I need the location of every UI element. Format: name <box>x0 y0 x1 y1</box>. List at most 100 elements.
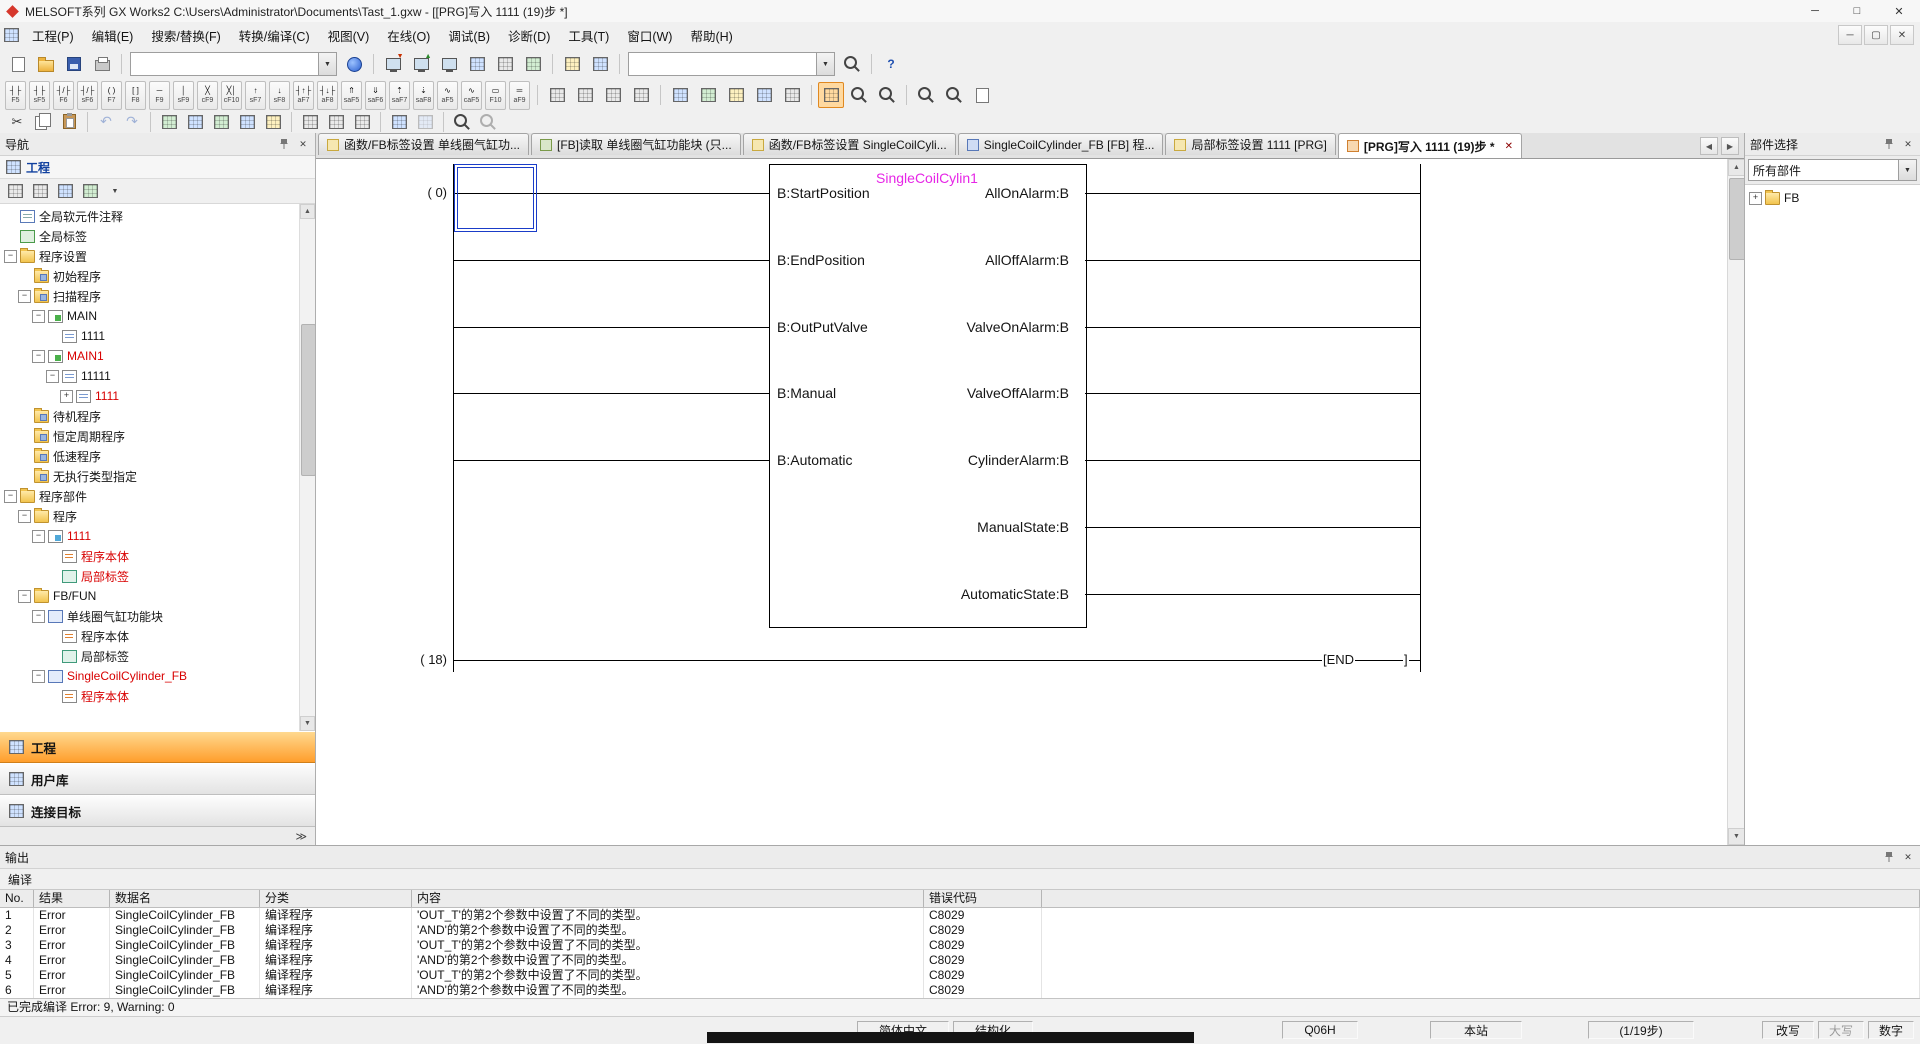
pin-icon[interactable] <box>1882 850 1896 864</box>
tree-item[interactable]: 恒定周期程序 <box>0 426 315 446</box>
tree-item[interactable]: 程序本体 <box>0 686 315 706</box>
tree-item[interactable]: 低速程序 <box>0 446 315 466</box>
monitor-stop-button[interactable] <box>492 51 518 77</box>
ladder-symbol-sF9-button[interactable]: │sF9 <box>173 81 194 110</box>
tree-item[interactable]: −11111 <box>0 366 315 386</box>
ladder-symbol-saF5-button[interactable]: ⇑saF5 <box>341 81 362 110</box>
ladder-symbol-F7-button[interactable]: ( )F7 <box>101 81 122 110</box>
tree-item[interactable]: +1111 <box>0 386 315 406</box>
tree-item[interactable]: −1111 <box>0 526 315 546</box>
tree-item[interactable]: 全局标签 <box>0 226 315 246</box>
ladder-symbol-sF5-button[interactable]: ┤├sF5 <box>29 81 50 110</box>
plc-verify-button[interactable] <box>436 51 462 77</box>
ladder-symbol-F9-button[interactable]: ─F9 <box>149 81 170 110</box>
mdi-minimize-button[interactable]: ─ <box>1838 25 1862 45</box>
tree-item[interactable]: −程序 <box>0 506 315 526</box>
column-header[interactable]: 结果 <box>34 890 110 907</box>
ladder-symbol-saF7-button[interactable]: ⇡saF7 <box>389 81 410 110</box>
collapse-icon[interactable]: − <box>46 370 59 383</box>
tab-document[interactable]: 局部标签设置 1111 [PRG] <box>1165 133 1335 155</box>
close-button[interactable]: ✕ <box>1878 0 1920 22</box>
ladder-symbol-F8-button[interactable]: [ ]F8 <box>125 81 146 110</box>
maximize-button[interactable]: □ <box>1836 0 1878 22</box>
collapse-icon[interactable]: − <box>18 590 31 603</box>
collapse-icon[interactable]: − <box>18 290 31 303</box>
tree-item[interactable]: 待机程序 <box>0 406 315 426</box>
copy-button[interactable] <box>31 111 55 132</box>
tree-item[interactable]: −单线圈气缸功能块 <box>0 606 315 626</box>
tree-menu-button[interactable]: ▼ <box>104 180 126 202</box>
collapse-icon[interactable]: − <box>32 670 45 683</box>
ladder-symbol-F10-button[interactable]: ▭F10 <box>485 81 506 110</box>
tree-item[interactable]: 程序本体 <box>0 626 315 646</box>
close-icon[interactable]: ✕ <box>1901 850 1915 864</box>
note-button[interactable] <box>723 82 749 108</box>
component-filter-combo[interactable]: 所有部件 ▼ <box>1748 159 1917 181</box>
convert-all-button[interactable] <box>413 111 437 132</box>
help-button[interactable] <box>878 51 904 77</box>
tree-item[interactable]: 全局软元件注释 <box>0 206 315 226</box>
rung-insert-button[interactable] <box>628 82 654 108</box>
pin-icon[interactable] <box>1882 137 1896 151</box>
collapse-icon[interactable]: − <box>32 310 45 323</box>
device-monitor-combo[interactable]: ▼ <box>628 52 835 76</box>
device-find-button[interactable] <box>846 82 872 108</box>
save-project-button[interactable] <box>61 51 87 77</box>
mdi-close-button[interactable]: ✕ <box>1890 25 1914 45</box>
tree-item[interactable]: 无执行类型指定 <box>0 466 315 486</box>
close-icon[interactable]: ✕ <box>1901 137 1915 151</box>
tab-scroll-left-icon[interactable]: ◀ <box>1700 137 1718 155</box>
monitor-write-mode-button[interactable] <box>261 111 285 132</box>
rebuild-all-button[interactable] <box>587 51 613 77</box>
cut-button[interactable] <box>5 111 29 132</box>
tab-scroll-right-icon[interactable]: ▶ <box>1721 137 1739 155</box>
expand-icon[interactable]: + <box>60 390 73 403</box>
ladder-symbol-sF6-button[interactable]: ┤/├sF6 <box>77 81 98 110</box>
tree-item[interactable]: −程序部件 <box>0 486 315 506</box>
tree-item[interactable]: −扫描程序 <box>0 286 315 306</box>
tree-item[interactable]: −程序设置 <box>0 246 315 266</box>
menu-item[interactable]: 调试(B) <box>439 22 499 49</box>
print-button[interactable] <box>89 51 115 77</box>
table-row[interactable]: 4ErrorSingleCoilCylinder_FB编译程序'AND'的第2个… <box>0 953 1920 968</box>
combo-dropdown-arrow[interactable]: ▼ <box>318 53 336 75</box>
delete-line-button[interactable] <box>600 82 626 108</box>
expand-icon[interactable]: + <box>1749 192 1762 205</box>
device-test-button[interactable] <box>520 51 546 77</box>
new-project-button[interactable] <box>5 51 31 77</box>
collapse-icon[interactable]: − <box>18 510 31 523</box>
tab-close-icon[interactable]: ✕ <box>1505 141 1513 152</box>
column-header[interactable]: 错误代码 <box>924 890 1042 907</box>
column-header[interactable]: 内容 <box>412 890 924 907</box>
ladder-symbol-aF5-button[interactable]: ∿aF5 <box>437 81 458 110</box>
tree-filter-button[interactable] <box>79 180 101 202</box>
combo-dropdown-arrow[interactable]: ▼ <box>1898 160 1916 180</box>
undo-button[interactable] <box>94 111 118 132</box>
menu-item[interactable]: 诊断(D) <box>499 22 559 49</box>
redo-button[interactable] <box>120 111 144 132</box>
ladder-symbol-sF8-button[interactable]: ↓sF8 <box>269 81 290 110</box>
menu-item[interactable]: 视图(V) <box>319 22 379 49</box>
device-display-button[interactable] <box>751 82 777 108</box>
ladder-edit-mode-button[interactable] <box>157 111 181 132</box>
tree-item[interactable]: +FB <box>1745 188 1920 208</box>
column-header[interactable]: No. <box>0 890 34 907</box>
table-row[interactable]: 3ErrorSingleCoilCylinder_FB编译程序'OUT_T'的第… <box>0 938 1920 953</box>
statement-display-toggle-button[interactable] <box>324 111 348 132</box>
tab-document[interactable]: SingleCoilCylinder_FB [FB] 程... <box>958 133 1164 155</box>
view-button-project[interactable]: 工程 <box>0 731 315 763</box>
ladder-symbol-sF7-button[interactable]: ↑sF7 <box>245 81 266 110</box>
collapse-icon[interactable]: − <box>4 490 17 503</box>
comment-display-button[interactable] <box>969 82 995 108</box>
tree-expand-all-button[interactable] <box>4 180 26 202</box>
zoom-in-button[interactable] <box>913 82 939 108</box>
menu-item[interactable]: 窗口(W) <box>618 22 681 49</box>
monitor-mode-button[interactable] <box>235 111 259 132</box>
menu-item[interactable]: 工具(T) <box>559 22 618 49</box>
tab-active-document[interactable]: [PRG]写入 1111 (19)步 *✕ <box>1338 133 1522 158</box>
scroll-up-icon[interactable]: ▲ <box>1728 159 1745 176</box>
plc-read-button[interactable] <box>408 51 434 77</box>
scroll-up-icon[interactable]: ▲ <box>300 204 315 219</box>
read-mode-button[interactable] <box>183 111 207 132</box>
menu-item[interactable]: 转换/编译(C) <box>230 22 319 49</box>
